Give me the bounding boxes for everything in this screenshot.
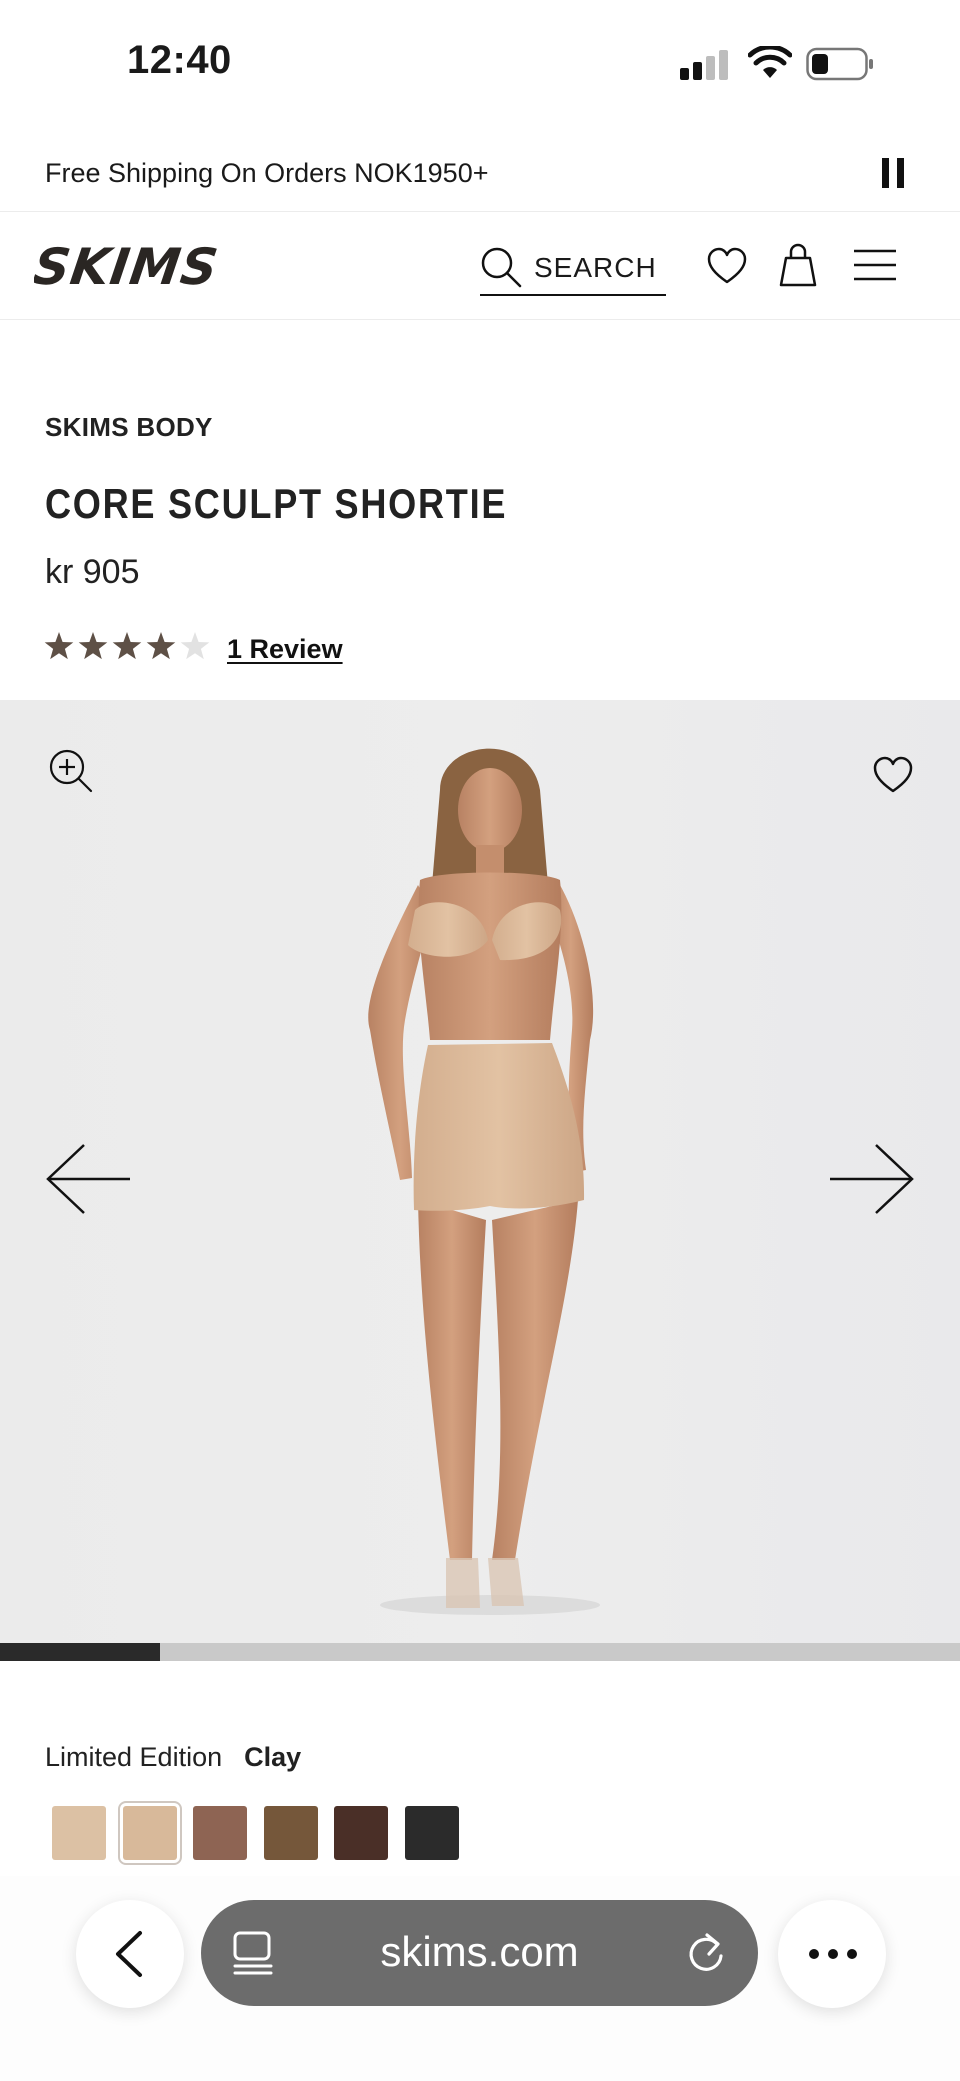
wifi-icon: [748, 46, 792, 78]
selected-color-name: Clay: [244, 1742, 302, 1772]
site-header: SKIMS SEARCH: [0, 212, 960, 320]
search-label: SEARCH: [534, 252, 657, 283]
product-price: kr 905: [45, 553, 140, 591]
star-rating[interactable]: [44, 630, 214, 664]
gallery-progress-bar: [0, 1643, 960, 1661]
pause-icon[interactable]: [882, 158, 904, 188]
search-button[interactable]: SEARCH: [480, 238, 666, 296]
heart-icon[interactable]: [706, 246, 748, 286]
shopping-bag-icon[interactable]: [778, 242, 818, 288]
color-swatch[interactable]: [404, 1806, 459, 1860]
product-photo: [368, 748, 600, 1615]
gallery-progress-fill: [0, 1643, 161, 1661]
edition-label: Limited Edition: [45, 1742, 223, 1772]
star-filled-icon: [44, 632, 74, 660]
color-swatch[interactable]: [52, 1806, 106, 1860]
star-filled-icon: [78, 632, 108, 660]
status-time: 12:40: [127, 38, 232, 82]
cellular-signal-icon: [680, 50, 732, 80]
menu-icon[interactable]: [852, 248, 898, 282]
product-brand[interactable]: SKIMS BODY: [45, 412, 213, 443]
battery-icon: [806, 47, 873, 81]
skims-logo[interactable]: SKIMS: [34, 238, 254, 294]
browser-back-button[interactable]: [76, 1900, 184, 2008]
color-swatch[interactable]: [117, 1801, 182, 1865]
browser-more-button[interactable]: [778, 1900, 886, 2008]
chevron-left-icon: [116, 1931, 142, 1977]
more-options-icon: [809, 1949, 857, 1959]
browser-toolbar: skims.com: [0, 1876, 960, 2081]
color-swatch[interactable]: [193, 1806, 247, 1860]
color-swatch[interactable]: [334, 1806, 388, 1860]
zoom-in-icon[interactable]: [48, 748, 94, 794]
status-bar: 12:40: [0, 0, 960, 130]
star-empty-icon: [180, 632, 210, 660]
color-swatch[interactable]: [263, 1806, 318, 1860]
wishlist-heart-icon[interactable]: [872, 756, 914, 794]
previous-image-arrow-icon[interactable]: [44, 1142, 134, 1216]
svg-text:SKIMS: SKIMS: [34, 238, 222, 294]
promo-banner: Free Shipping On Orders NOK1950+: [0, 138, 960, 212]
product-image-gallery[interactable]: [0, 700, 960, 1643]
color-label-row: Limited Edition Clay: [45, 1742, 301, 1773]
product-title: CORE SCULPT SHORTIE: [45, 480, 508, 527]
search-icon: [481, 247, 522, 288]
url-text: skims.com: [380, 1928, 579, 1975]
reviews-link[interactable]: 1 Review: [227, 634, 343, 665]
promo-text: Free Shipping On Orders NOK1950+: [45, 158, 489, 188]
star-filled-icon: [112, 632, 142, 660]
color-swatch-list: [52, 1801, 472, 1865]
next-image-arrow-icon[interactable]: [826, 1142, 916, 1216]
address-bar[interactable]: skims.com: [201, 1900, 758, 2006]
star-filled-icon: [146, 632, 176, 660]
reload-icon[interactable]: [685, 1930, 729, 1976]
